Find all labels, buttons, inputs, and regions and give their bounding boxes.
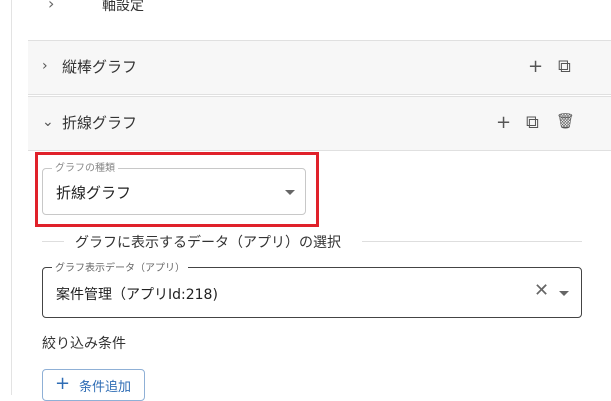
axis-settings-label: 軸設定	[102, 0, 144, 14]
divider	[362, 241, 582, 242]
trash-icon[interactable]: 🗑	[556, 112, 575, 130]
section-title: グラフに表示するデータ（アプリ）の選択	[75, 235, 341, 251]
filter-label: 絞り込み条件	[42, 336, 126, 352]
copy-icon[interactable]: ⧉	[526, 112, 539, 133]
add-condition-button[interactable]: + 条件追加	[42, 369, 145, 401]
chevron-right-icon: ›	[42, 58, 48, 74]
chevron-right-icon: ›	[48, 0, 55, 13]
add-icon[interactable]: +	[528, 56, 543, 77]
highlight-box	[35, 152, 319, 227]
chevron-down-icon: ⌄	[42, 114, 54, 130]
graph-data-label: グラフ表示データ（アプリ）	[52, 259, 188, 274]
accordion-title: 折線グラフ	[62, 114, 138, 132]
accordion-title: 縦棒グラフ	[62, 58, 138, 76]
axis-settings-row[interactable]: › 軸設定	[24, 0, 611, 26]
accordion-line-chart[interactable]: ⌄ 折線グラフ + ⧉ 🗑	[28, 96, 611, 151]
copy-icon[interactable]: ⧉	[558, 56, 571, 77]
panel-left-border	[11, 0, 12, 395]
add-icon[interactable]: +	[496, 112, 511, 133]
divider	[42, 241, 64, 242]
plus-icon: +	[55, 373, 71, 394]
graph-data-value: 案件管理（アプリId:218)	[56, 287, 218, 303]
dropdown-arrow-icon[interactable]	[559, 291, 569, 296]
clear-icon[interactable]: ✕	[534, 280, 549, 301]
add-condition-label: 条件追加	[79, 380, 132, 395]
accordion-bar-chart[interactable]: › 縦棒グラフ + ⧉	[28, 40, 611, 95]
